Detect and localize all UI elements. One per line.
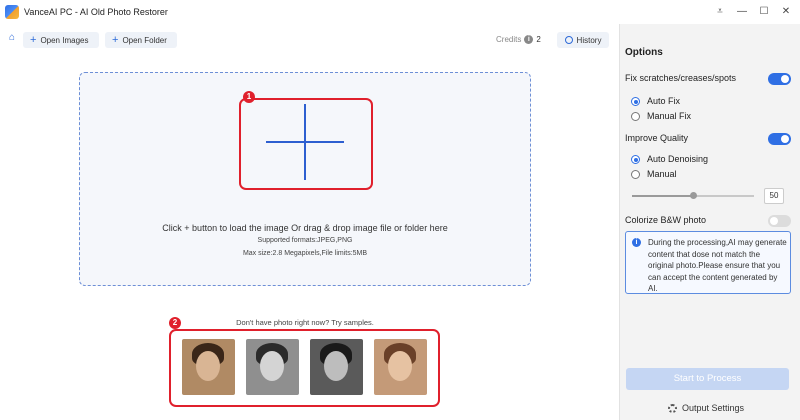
info-icon: i <box>632 238 641 247</box>
credits-label: Credits <box>496 35 522 44</box>
auto-denoising-label: Auto Denoising <box>647 154 709 164</box>
pin-icon[interactable]: ⩡ <box>712 4 728 20</box>
improve-quality-label: Improve Quality <box>625 133 689 143</box>
title-bar: VanceAI PC - AI Old Photo Restorer ⩡ — ☐… <box>0 0 800 24</box>
add-image-plus-horizontal[interactable] <box>266 141 344 143</box>
plus-icon: + <box>112 33 119 46</box>
samples-title: Don't have photo right now? Try samples. <box>236 318 374 327</box>
maximize-icon[interactable]: ☐ <box>756 4 772 20</box>
sample-photo-1[interactable] <box>182 339 235 395</box>
sample-photo-3[interactable] <box>310 339 363 395</box>
sample-photo-2[interactable] <box>246 339 299 395</box>
clock-icon <box>564 36 573 44</box>
fix-scratches-toggle[interactable] <box>768 73 791 85</box>
gear-icon <box>668 403 677 413</box>
history-label: History <box>576 35 602 45</box>
drop-hint: Click + button to load the image Or drag… <box>162 223 448 233</box>
app-window: VanceAI PC - AI Old Photo Restorer ⩡ — ☐… <box>0 0 800 420</box>
manual-radio[interactable] <box>631 170 640 179</box>
open-folder-button[interactable]: + Open Folder <box>105 32 177 48</box>
open-images-button[interactable]: + Open Images <box>23 32 99 48</box>
ai-notice-text: During the processing,AI may generate co… <box>648 238 787 293</box>
denoise-slider-fill <box>632 195 693 197</box>
info-icon[interactable]: i <box>524 35 534 44</box>
manual-fix-label: Manual Fix <box>647 111 692 121</box>
size-limits: Max size:2.8 Megapixels,File limits:5MB <box>242 250 368 257</box>
colorize-toggle[interactable] <box>768 215 791 227</box>
close-icon[interactable]: ✕ <box>778 4 794 20</box>
sample-photo-4[interactable] <box>374 339 427 395</box>
history-button[interactable]: History <box>557 32 609 48</box>
output-settings-label: Output Settings <box>682 403 745 413</box>
start-process-button[interactable]: Start to Process <box>626 368 789 390</box>
open-images-label: Open Images <box>40 35 89 45</box>
options-title: Options <box>625 47 663 58</box>
step-marker-1: 1 <box>243 91 255 103</box>
manual-label: Manual <box>647 169 677 179</box>
auto-denoising-radio[interactable] <box>631 155 640 164</box>
colorize-label: Colorize B&W photo <box>625 215 707 225</box>
highlight-box-1 <box>239 98 373 190</box>
app-title: VanceAI PC - AI Old Photo Restorer <box>24 7 168 17</box>
auto-fix-label: Auto Fix <box>647 96 681 106</box>
denoise-value-field[interactable]: 50 <box>764 188 784 204</box>
home-icon[interactable]: ⌂ <box>4 32 20 48</box>
improve-quality-toggle[interactable] <box>768 133 791 145</box>
minimize-icon[interactable]: — <box>734 4 750 20</box>
open-folder-label: Open Folder <box>122 35 167 45</box>
toolbar: ⌂ + Open Images + Open Folder Credits i … <box>0 30 620 50</box>
credits-display: Credits i 2 <box>496 35 541 44</box>
app-logo-icon <box>5 5 19 19</box>
plus-icon: + <box>30 33 37 46</box>
supported-formats: Supported formats:JPEG,PNG <box>257 237 353 244</box>
window-controls: ⩡ — ☐ ✕ <box>712 4 794 20</box>
output-settings-button[interactable]: Output Settings <box>668 403 744 413</box>
credits-value: 2 <box>536 35 541 44</box>
denoise-slider-handle[interactable] <box>689 192 697 199</box>
fix-scratches-label: Fix scratches/creases/spots <box>625 73 737 83</box>
auto-fix-radio[interactable] <box>631 97 640 106</box>
manual-fix-radio[interactable] <box>631 112 640 121</box>
